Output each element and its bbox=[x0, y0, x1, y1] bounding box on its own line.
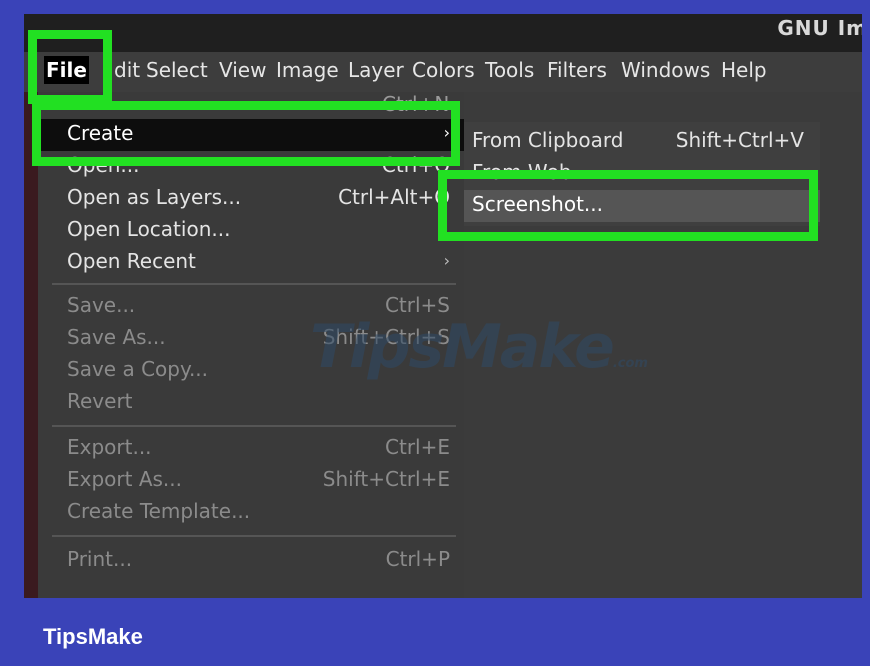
file-menu-print[interactable]: Print... Ctrl+P bbox=[38, 545, 464, 577]
gimp-screenshot: GNU Im File dit Select View Image Layer … bbox=[24, 14, 862, 598]
menu-bar: File dit Select View Image Layer Colors … bbox=[24, 52, 862, 92]
open-layers-shortcut: Ctrl+Alt+O bbox=[338, 185, 450, 209]
export-label: Export... bbox=[67, 435, 152, 459]
print-shortcut: Ctrl+P bbox=[385, 547, 450, 571]
menu-tools[interactable]: Tools bbox=[485, 58, 534, 82]
menu-separator bbox=[52, 535, 456, 537]
highlight-file bbox=[28, 30, 112, 104]
window-title: GNU Im bbox=[777, 16, 862, 40]
from-clipboard-label: From Clipboard bbox=[472, 128, 624, 152]
menu-image[interactable]: Image bbox=[276, 58, 339, 82]
menu-filters[interactable]: Filters bbox=[547, 58, 607, 82]
chevron-right-icon: › bbox=[443, 251, 450, 270]
title-bar: GNU Im bbox=[24, 14, 862, 52]
export-shortcut: Ctrl+E bbox=[385, 435, 450, 459]
menu-separator bbox=[52, 425, 456, 427]
print-label: Print... bbox=[67, 547, 133, 571]
menu-select[interactable]: Select bbox=[146, 58, 208, 82]
file-menu-create-template[interactable]: Create Template... bbox=[38, 497, 464, 529]
watermark-suffix: .com bbox=[612, 356, 648, 371]
highlight-screenshot bbox=[438, 170, 818, 241]
menu-layer[interactable]: Layer bbox=[348, 58, 404, 82]
create-template-label: Create Template... bbox=[67, 499, 251, 523]
open-recent-label: Open Recent bbox=[67, 249, 196, 273]
watermark-text: TipsMake bbox=[310, 312, 615, 382]
save-label: Save... bbox=[67, 293, 136, 317]
file-menu-export[interactable]: Export... Ctrl+E bbox=[38, 433, 464, 465]
menu-view[interactable]: View bbox=[219, 58, 266, 82]
image-frame: GNU Im File dit Select View Image Layer … bbox=[0, 0, 870, 666]
open-location-label: Open Location... bbox=[67, 217, 231, 241]
menu-separator bbox=[52, 283, 456, 285]
file-menu-open-location[interactable]: Open Location... bbox=[38, 215, 464, 247]
save-copy-label: Save a Copy... bbox=[67, 357, 209, 381]
file-menu-open-as-layers[interactable]: Open as Layers... Ctrl+Alt+O bbox=[38, 183, 464, 215]
watermark-logo: TipsMake.com bbox=[310, 312, 648, 382]
canvas-edge bbox=[24, 92, 38, 598]
from-clipboard-shortcut: Shift+Ctrl+V bbox=[675, 128, 804, 152]
file-menu-revert[interactable]: Revert bbox=[38, 387, 464, 419]
export-as-shortcut: Shift+Ctrl+E bbox=[322, 467, 450, 491]
menu-help[interactable]: Help bbox=[721, 58, 767, 82]
menu-edit[interactable]: dit bbox=[114, 58, 140, 82]
file-menu-open-recent[interactable]: Open Recent › bbox=[38, 247, 464, 279]
menu-colors[interactable]: Colors bbox=[412, 58, 475, 82]
open-layers-label: Open as Layers... bbox=[67, 185, 242, 209]
export-as-label: Export As... bbox=[67, 467, 182, 491]
submenu-from-clipboard[interactable]: From Clipboard Shift+Ctrl+V bbox=[464, 126, 820, 158]
file-menu-export-as[interactable]: Export As... Shift+Ctrl+E bbox=[38, 465, 464, 497]
revert-label: Revert bbox=[67, 389, 133, 413]
footer-brand: TipsMake bbox=[43, 624, 143, 649]
save-as-label: Save As... bbox=[67, 325, 166, 349]
highlight-create bbox=[32, 101, 460, 166]
menu-windows[interactable]: Windows bbox=[621, 58, 710, 82]
